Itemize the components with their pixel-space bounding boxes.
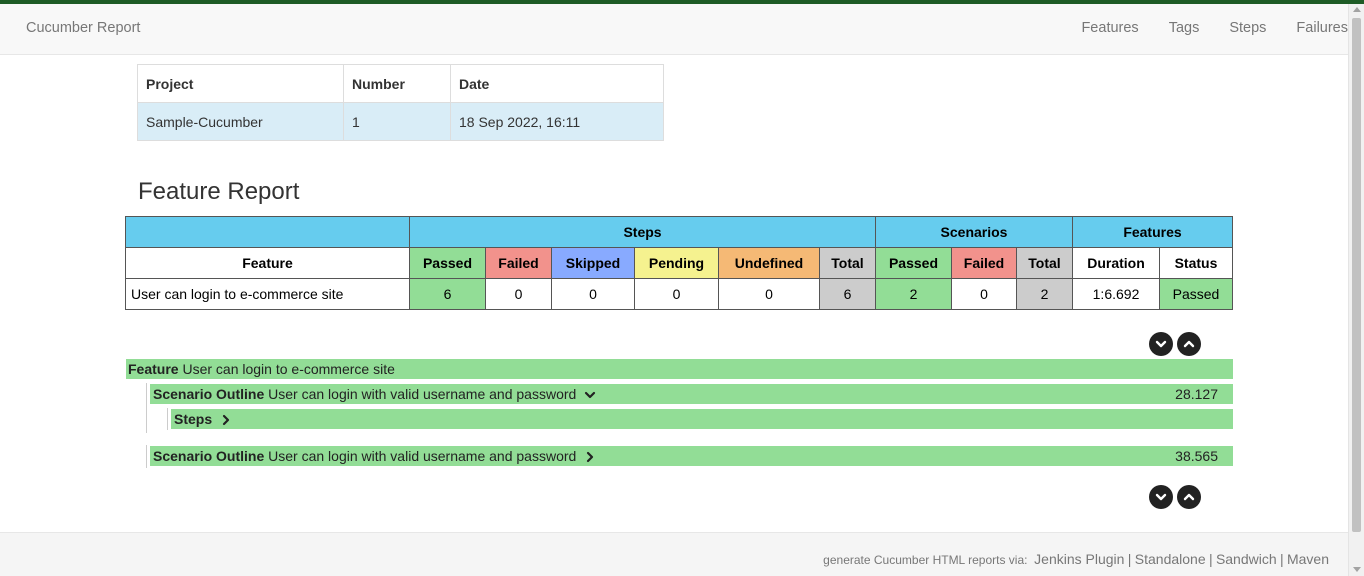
- feature-keyword: Feature: [128, 361, 179, 377]
- navbar: Cucumber Report Features Tags Steps Fail…: [0, 4, 1348, 55]
- footer-link-maven[interactable]: Maven: [1287, 551, 1329, 567]
- status-badge: Passed: [1159, 278, 1233, 310]
- info-number-value: 1: [343, 102, 451, 141]
- scenarios-passed-value: 2: [875, 278, 952, 310]
- expand-collapse-controls-bottom: [1145, 485, 1201, 509]
- col-steps-undefined[interactable]: Undefined: [718, 247, 820, 279]
- chevron-down-icon: [1155, 340, 1167, 348]
- empty-group-header: [125, 216, 410, 248]
- col-status[interactable]: Status: [1159, 247, 1233, 279]
- scenario-name: User can login with valid username and p…: [268, 386, 577, 402]
- col-steps-passed[interactable]: Passed: [409, 247, 486, 279]
- chevron-down-icon[interactable]: [584, 389, 596, 401]
- scenario-duration: 38.565: [1175, 448, 1218, 464]
- chevron-right-icon[interactable]: [584, 451, 596, 463]
- steps-passed-value: 6: [409, 278, 486, 310]
- steps-label: Steps: [174, 411, 213, 427]
- col-steps-skipped[interactable]: Skipped: [551, 247, 635, 279]
- steps-skipped-value: 0: [551, 278, 635, 310]
- nav-link-features[interactable]: Features: [1081, 20, 1138, 36]
- footer-separator: |: [1208, 551, 1213, 567]
- duration-value: 1:6.692: [1072, 278, 1160, 310]
- col-scenarios-passed[interactable]: Passed: [875, 247, 952, 279]
- nav-links: Features Tags Steps Failures: [1051, 20, 1348, 36]
- scroll-up-arrow-icon[interactable]: [1353, 7, 1361, 12]
- scenario-keyword: Scenario Outline: [153, 448, 265, 464]
- indent-guide: [146, 445, 147, 468]
- footer-link-standalone[interactable]: Standalone: [1135, 551, 1206, 567]
- table-row: User can login to e-commerce site 6 0 0 …: [125, 278, 1233, 310]
- collapse-all-button[interactable]: [1177, 332, 1201, 356]
- col-steps-pending[interactable]: Pending: [634, 247, 719, 279]
- chevron-up-icon: [1183, 340, 1195, 348]
- info-header-date: Date: [450, 64, 664, 103]
- footer-separator: |: [1279, 551, 1284, 567]
- col-scenarios-total[interactable]: Total: [1016, 247, 1073, 279]
- steps-undefined-value: 0: [718, 278, 820, 310]
- features-group-header: Features: [1072, 216, 1233, 248]
- footer-link-sandwich[interactable]: Sandwich: [1216, 551, 1277, 567]
- scroll-down-arrow-icon[interactable]: [1353, 567, 1361, 572]
- navbar-brand[interactable]: Cucumber Report: [26, 20, 140, 36]
- scenario-duration: 28.127: [1175, 386, 1218, 402]
- scrollbar-thumb[interactable]: [1352, 18, 1361, 532]
- footer-separator: |: [1127, 551, 1132, 567]
- feature-name-link[interactable]: User can login to e-commerce site: [125, 278, 410, 310]
- steps-pending-value: 0: [634, 278, 719, 310]
- nav-link-steps[interactable]: Steps: [1229, 20, 1266, 36]
- vertical-scrollbar[interactable]: [1348, 4, 1364, 576]
- col-steps-total[interactable]: Total: [819, 247, 876, 279]
- col-scenarios-failed[interactable]: Failed: [951, 247, 1017, 279]
- collapse-all-button[interactable]: [1177, 485, 1201, 509]
- scenarios-failed-value: 0: [951, 278, 1017, 310]
- expand-all-button[interactable]: [1149, 485, 1173, 509]
- scenario-name: User can login with valid username and p…: [268, 448, 577, 464]
- footer-text: generate Cucumber HTML reports via: Jenk…: [823, 551, 1329, 567]
- footer: generate Cucumber HTML reports via: Jenk…: [0, 532, 1348, 576]
- info-header-number: Number: [343, 64, 451, 103]
- feature-details-bar[interactable]: Feature User can login to e-commerce sit…: [126, 359, 1233, 379]
- chevron-right-icon[interactable]: [220, 414, 232, 426]
- feature-stats-table: Steps Scenarios Features Feature Passed …: [125, 216, 1233, 310]
- info-date-value: 18 Sep 2022, 16:11: [450, 102, 664, 141]
- indent-guide: [146, 383, 147, 433]
- scenario-outline-row[interactable]: Scenario Outline User can login with val…: [150, 384, 1233, 404]
- footer-prefix: generate Cucumber HTML reports via:: [823, 553, 1028, 567]
- info-header-project: Project: [137, 64, 344, 103]
- scenarios-total-value: 2: [1016, 278, 1073, 310]
- chevron-up-icon: [1183, 493, 1195, 501]
- indent-guide: [167, 408, 168, 430]
- nav-link-tags[interactable]: Tags: [1169, 20, 1200, 36]
- steps-failed-value: 0: [485, 278, 552, 310]
- steps-toggle-row[interactable]: Steps: [171, 409, 1233, 429]
- build-info-table: Project Number Date Sample-Cucumber 1 18…: [137, 64, 664, 141]
- nav-link-failures[interactable]: Failures: [1296, 20, 1348, 36]
- table-row: Sample-Cucumber 1 18 Sep 2022, 16:11: [137, 102, 664, 141]
- info-project-value: Sample-Cucumber: [137, 102, 344, 141]
- footer-link-jenkins-plugin[interactable]: Jenkins Plugin: [1034, 551, 1124, 567]
- col-feature[interactable]: Feature: [125, 247, 410, 279]
- feature-details-name: User can login to e-commerce site: [182, 361, 395, 377]
- steps-group-header: Steps: [409, 216, 876, 248]
- col-steps-failed[interactable]: Failed: [485, 247, 552, 279]
- expand-collapse-controls-top: [1145, 332, 1201, 356]
- scenario-outline-row[interactable]: Scenario Outline User can login with val…: [150, 446, 1233, 466]
- chevron-down-icon: [1155, 493, 1167, 501]
- scenarios-group-header: Scenarios: [875, 216, 1073, 248]
- page-title: Feature Report: [138, 178, 300, 205]
- steps-total-value: 6: [819, 278, 876, 310]
- col-duration[interactable]: Duration: [1072, 247, 1160, 279]
- expand-all-button[interactable]: [1149, 332, 1173, 356]
- scenario-keyword: Scenario Outline: [153, 386, 265, 402]
